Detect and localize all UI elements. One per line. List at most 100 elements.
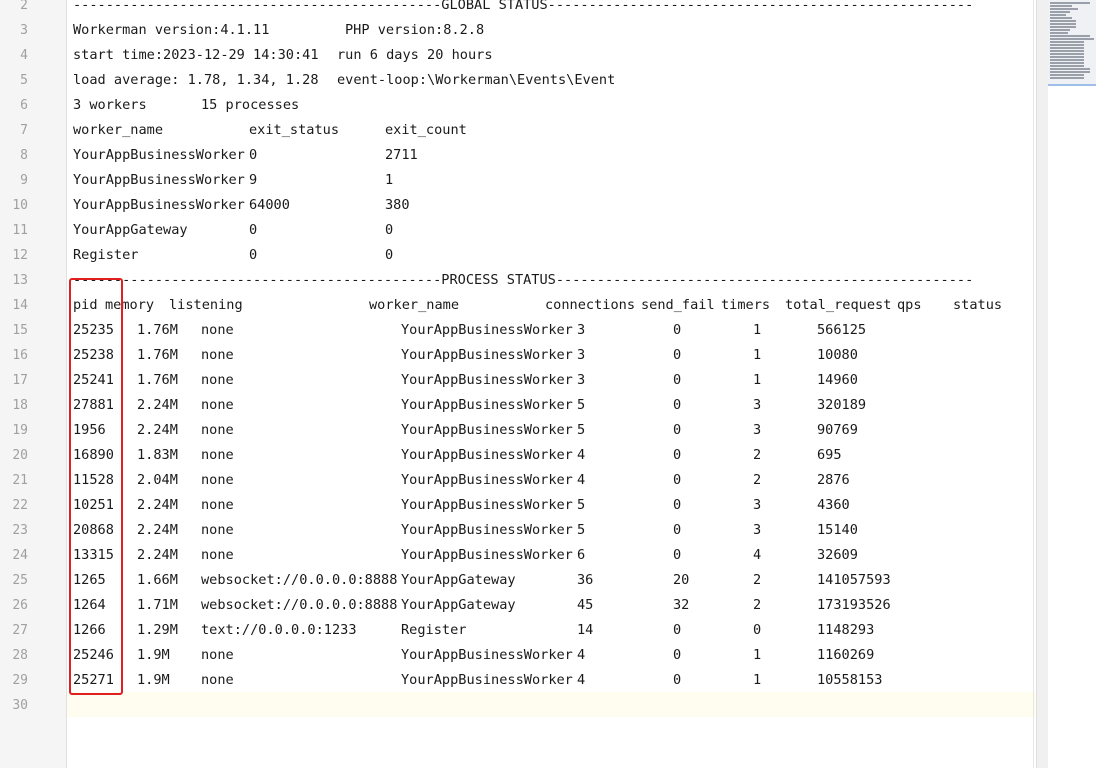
line-number: 5 xyxy=(20,73,28,88)
minimap-line xyxy=(1050,71,1090,73)
process-table-cell: 1160269 xyxy=(817,647,875,663)
version-line: Workerman version:4.1.11 PHP version:8.2… xyxy=(73,18,484,43)
process-table-cell: 10558153 xyxy=(817,672,883,688)
global-table-cell: 0 xyxy=(385,247,394,263)
global-table-cell: 0 xyxy=(249,147,258,163)
minimap-line xyxy=(1050,32,1068,34)
process-table-cell: YourAppBusinessWorker xyxy=(401,472,573,488)
process-table-cell: 14960 xyxy=(817,372,858,388)
processes-count: 15 processes xyxy=(201,97,300,113)
column-connections: connections xyxy=(545,297,636,313)
process-table-cell: 2.24M xyxy=(137,547,178,563)
process-table-cell: 0 xyxy=(673,372,682,388)
process-table-cell: websocket://0.0.0.0:8888 xyxy=(201,572,398,588)
process-table-cell: 4 xyxy=(577,672,586,688)
global-table-cell: YourAppBusinessWorker xyxy=(73,147,245,163)
line-number: 26 xyxy=(12,598,28,613)
process-table-cell: 45 xyxy=(577,597,594,613)
line-number-gutter: 2 3 4 5 6 7 8 9 10 11 12 13 14 15 16 17 18 19 20 21 22 23 24 25… xyxy=(0,0,67,768)
process-table-cell: YourAppBusinessWorker xyxy=(401,347,573,363)
line-number: 30 xyxy=(12,698,28,713)
process-table-cell: 1.66M xyxy=(137,572,178,588)
line-number: 13 xyxy=(12,273,28,288)
line-number: 14 xyxy=(12,298,28,313)
process-table-cell: YourAppBusinessWorker xyxy=(401,672,573,688)
process-table-cell: 3 xyxy=(577,372,586,388)
process-table-cell: 0 xyxy=(673,522,682,538)
minimap-line xyxy=(1050,41,1084,43)
line-number: 7 xyxy=(20,123,28,138)
process-table-cell: 173193526 xyxy=(817,597,891,613)
process-table-cell: none xyxy=(201,672,234,688)
process-table-cell: 2 xyxy=(753,447,762,463)
process-table-cell: 32609 xyxy=(817,547,858,563)
process-table-cell: 0 xyxy=(673,547,682,563)
line-number: 19 xyxy=(12,423,28,438)
process-table-cell: 2.24M xyxy=(137,422,178,438)
minimap-line xyxy=(1050,50,1084,52)
minimap-line xyxy=(1050,68,1090,70)
workers-count: 3 workers xyxy=(73,97,147,113)
process-table-cell: 0 xyxy=(673,422,682,438)
global-table-cell: 380 xyxy=(385,197,410,213)
process-table-cell: 1.29M xyxy=(137,622,178,638)
column-send-fail: send_fail xyxy=(641,297,715,313)
process-table-cell: 2.24M xyxy=(137,397,178,413)
process-table-cell: 3 xyxy=(753,522,762,538)
column-worker-name: worker_name xyxy=(369,297,460,313)
code-minimap[interactable] xyxy=(1048,0,1096,768)
process-table-cell: 141057593 xyxy=(817,572,891,588)
process-table-cell: 1 xyxy=(753,322,762,338)
process-table-cell: 566125 xyxy=(817,322,867,338)
line-number: 15 xyxy=(12,323,28,338)
process-table-cell: none xyxy=(201,372,234,388)
process-table-cell: 0 xyxy=(673,622,682,638)
process-table-cell: 6 xyxy=(577,547,586,563)
process-table-cell: 1.76M xyxy=(137,322,178,338)
minimap-line xyxy=(1050,44,1084,46)
column-qps: qps xyxy=(897,297,922,313)
process-table-cell: 0 xyxy=(673,497,682,513)
process-table-cell: 2876 xyxy=(817,472,850,488)
line-number: 27 xyxy=(12,623,28,638)
line-number: 23 xyxy=(12,523,28,538)
process-table-cell: 0 xyxy=(673,672,682,688)
line-number: 25 xyxy=(12,573,28,588)
process-table-cell: 695 xyxy=(817,447,842,463)
process-table-cell: 1.71M xyxy=(137,597,178,613)
line-number: 11 xyxy=(12,223,28,238)
start-time: start time:2023-12-29 14:30:41 xyxy=(73,47,319,63)
minimap-line xyxy=(1050,2,1090,4)
global-status-header: ----------------------------------------… xyxy=(73,0,974,13)
process-table-cell: text://0.0.0.0:1233 xyxy=(201,622,357,638)
process-table-cell: YourAppBusinessWorker xyxy=(401,397,573,413)
process-table-cell: none xyxy=(201,522,234,538)
line-number: 8 xyxy=(20,148,28,163)
process-table-cell: 320189 xyxy=(817,397,867,413)
minimap-line xyxy=(1050,26,1076,28)
code-editor[interactable]: ----------------------------------------… xyxy=(67,0,1047,768)
process-table-cell: 5 xyxy=(577,497,586,513)
minimap-line xyxy=(1050,74,1084,76)
php-version: PHP version:8.2.8 xyxy=(345,22,485,38)
global-table-cell: 0 xyxy=(385,222,394,238)
process-table-cell: none xyxy=(201,647,234,663)
process-table-cell: 4 xyxy=(577,447,586,463)
process-table-cell: 3 xyxy=(577,347,586,363)
minimap-line xyxy=(1050,14,1066,16)
process-table-cell: 0 xyxy=(753,622,762,638)
process-table-cell: 2.04M xyxy=(137,472,178,488)
minimap-line xyxy=(1050,11,1070,13)
global-table-cell: 2711 xyxy=(385,147,418,163)
process-table-cell: Register xyxy=(401,622,467,638)
process-table-cell: 36 xyxy=(577,572,594,588)
minimap-line xyxy=(1050,23,1076,25)
start-time-line: start time:2023-12-29 14:30:41 run 6 day… xyxy=(73,43,493,68)
process-table-cell: 1 xyxy=(753,672,762,688)
process-table-cell: 0 xyxy=(673,647,682,663)
minimap-line xyxy=(1050,8,1078,10)
global-table-cell: 0 xyxy=(249,222,258,238)
column-listening: listening xyxy=(169,297,243,313)
column-total-request: total_request xyxy=(785,297,892,313)
column-exit-count: exit_count xyxy=(385,122,467,138)
